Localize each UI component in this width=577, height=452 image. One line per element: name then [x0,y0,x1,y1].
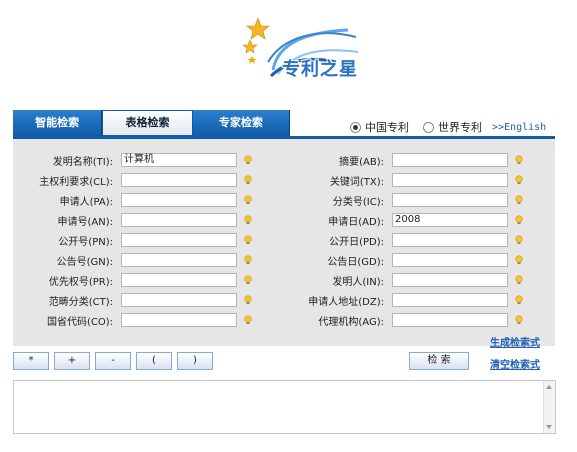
lightbulb-icon[interactable] [243,235,253,245]
field-row: 公开日(PD): [284,232,524,248]
radio-china[interactable] [350,121,361,133]
field-label: 公告日(GD): [327,256,384,268]
lightbulb-icon[interactable] [243,215,253,225]
announcement-date-input[interactable] [392,253,508,267]
logo-title: 专利之星 [282,59,358,80]
op-lparen-button[interactable]: ( [136,352,172,370]
field-row: 申请人(PA): [13,192,253,208]
announcement-number-input[interactable] [121,253,237,267]
application-number-input[interactable] [121,213,237,227]
lightbulb-icon[interactable] [514,235,524,245]
field-label: 申请日(AD): [328,216,384,228]
scroll-down-icon[interactable] [546,425,552,429]
lightbulb-icon[interactable] [243,295,253,305]
keyword-input[interactable] [392,173,508,187]
lightbulb-icon[interactable] [514,295,524,305]
field-label: 发明人(IN): [332,276,384,288]
lightbulb-icon[interactable] [514,215,524,225]
lightbulb-icon[interactable] [514,315,524,325]
agency-input[interactable] [392,313,508,327]
lightbulb-icon[interactable] [514,155,524,165]
generate-query-link[interactable]: 生成检索式 [490,334,540,349]
applicant-input[interactable] [121,193,237,207]
lightbulb-icon[interactable] [514,175,524,185]
field-row: 公告号(GN): [13,252,253,268]
field-row: 关键词(TX): [284,172,524,188]
op-or-button[interactable]: + [54,352,90,370]
radio-world-label: 世界专利 [438,121,482,134]
field-label: 关键词(TX): [329,176,384,188]
field-label: 优先权号(PR): [48,276,113,288]
scroll-up-icon[interactable] [546,385,552,389]
field-row: 申请日(AD): 2008 [284,212,524,228]
search-button[interactable]: 检 索 [409,352,469,370]
publication-number-input[interactable] [121,233,237,247]
category-input[interactable] [121,293,237,307]
op-not-button[interactable]: - [95,352,131,370]
field-label: 公开日(PD): [329,236,384,248]
title-input[interactable]: 计算机 [121,153,237,167]
search-form-panel: 发明名称(TI): 计算机 主权利要求(CL): 申请人(PA): 申请号(AN… [13,136,555,349]
classification-input[interactable] [392,193,508,207]
radio-world[interactable] [423,121,434,133]
field-row: 发明人(IN): [284,272,524,288]
tab-expert-search[interactable]: 专家检索 [192,110,291,136]
field-label: 分类号(IC): [332,196,384,208]
field-label: 代理机构(AG): [318,316,384,328]
textarea-scrollbar[interactable] [543,381,555,433]
op-rparen-button[interactable]: ) [177,352,213,370]
claim-input[interactable] [121,173,237,187]
lightbulb-icon[interactable] [243,275,253,285]
lightbulb-icon[interactable] [243,175,253,185]
field-row: 优先权号(PR): [13,272,253,288]
lightbulb-icon[interactable] [243,255,253,265]
field-row: 申请人地址(DZ): [284,292,524,308]
field-label: 摘要(AB): [339,156,384,168]
field-label: 公告号(GN): [56,256,113,268]
field-row: 申请号(AN): [13,212,253,228]
application-date-input[interactable]: 2008 [392,213,508,227]
field-label: 申请人(PA): [59,196,113,208]
lightbulb-icon[interactable] [243,155,253,165]
field-row: 发明名称(TI): 计算机 [13,152,253,168]
english-link[interactable]: >>English [492,122,546,133]
region-code-input[interactable] [121,313,237,327]
field-label: 国省代码(CO): [46,316,113,328]
lightbulb-icon[interactable] [514,255,524,265]
field-label: 主权利要求(CL): [39,176,113,188]
clear-query-link[interactable]: 清空检索式 [490,356,540,371]
field-row: 公开号(PN): [13,232,253,248]
field-row: 摘要(AB): [284,152,524,168]
lightbulb-icon[interactable] [243,315,253,325]
search-tabs: 智能检索 表格检索 专家检索 [13,110,291,136]
op-and-button[interactable]: * [13,352,49,370]
field-label: 发明名称(TI): [52,156,113,168]
field-row: 代理机构(AG): [284,312,524,328]
field-label: 范畴分类(CT): [48,296,113,308]
query-textarea[interactable] [13,380,556,434]
tab-table-search[interactable]: 表格检索 [102,110,193,136]
lightbulb-icon[interactable] [243,195,253,205]
publication-date-input[interactable] [392,233,508,247]
tab-smart-search[interactable]: 智能检索 [13,110,103,136]
priority-number-input[interactable] [121,273,237,287]
abstract-input[interactable] [392,153,508,167]
inventor-input[interactable] [392,273,508,287]
field-label: 申请人地址(DZ): [308,296,384,308]
field-label: 申请号(AN): [57,216,114,228]
radio-china-label: 中国专利 [365,121,409,134]
field-row: 公告日(GD): [284,252,524,268]
applicant-address-input[interactable] [392,293,508,307]
field-row: 主权利要求(CL): [13,172,253,188]
lightbulb-icon[interactable] [514,195,524,205]
lightbulb-icon[interactable] [514,275,524,285]
field-row: 分类号(IC): [284,192,524,208]
patent-scope: 中国专利 世界专利 [350,119,482,135]
field-row: 范畴分类(CT): [13,292,253,308]
field-label: 公开号(PN): [58,236,113,248]
field-row: 国省代码(CO): [13,312,253,328]
